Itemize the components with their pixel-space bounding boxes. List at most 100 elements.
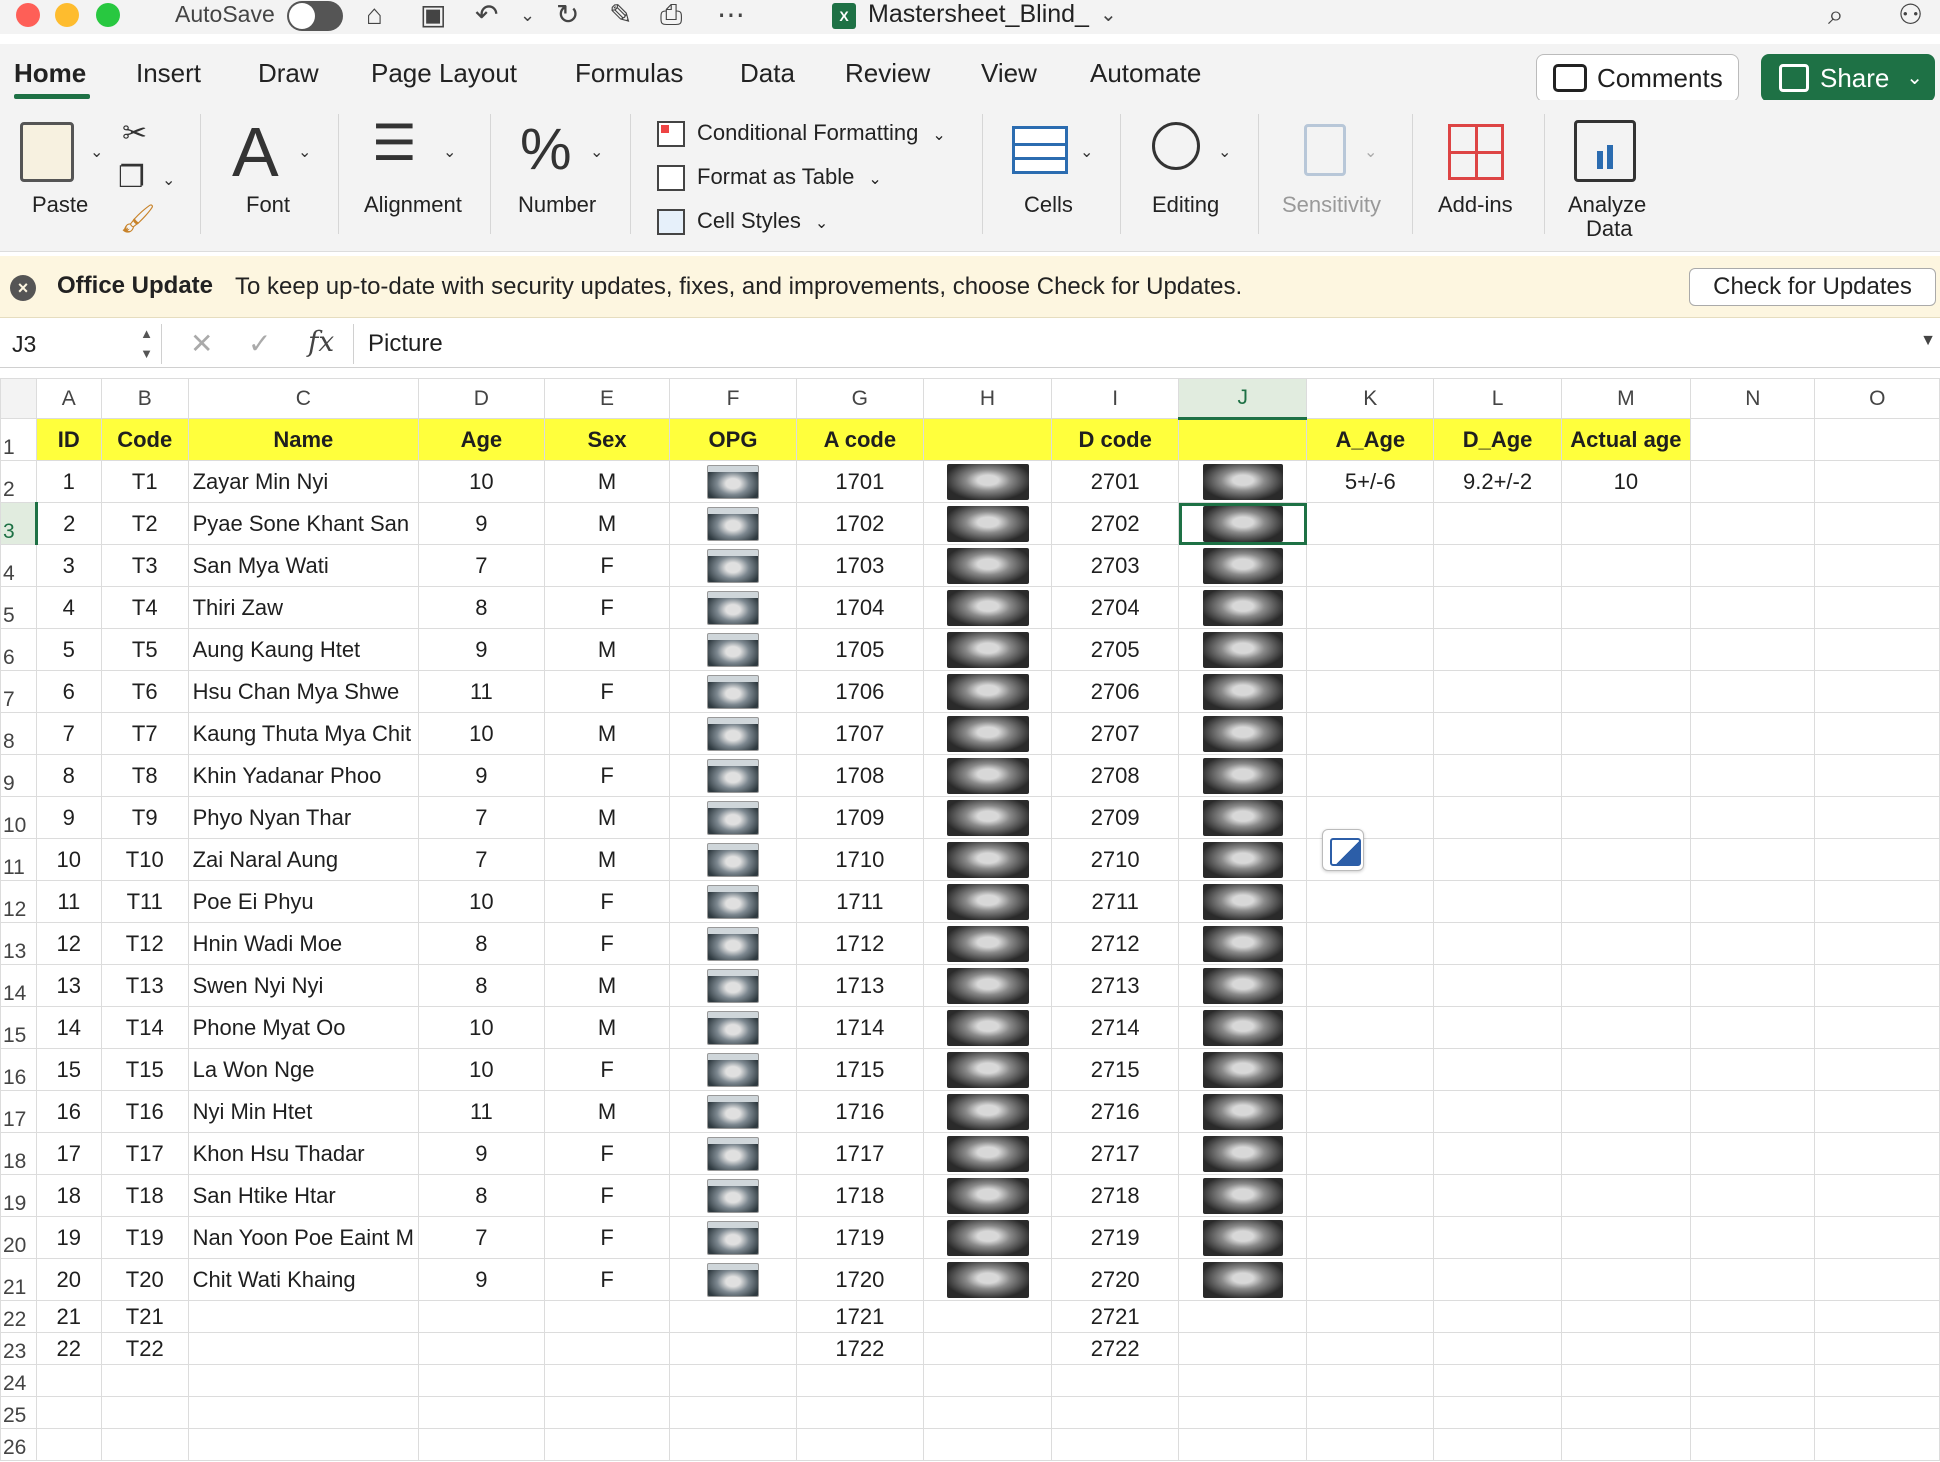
empty-cell[interactable] bbox=[1433, 1428, 1562, 1461]
empty-cell[interactable] bbox=[1814, 460, 1940, 503]
row-header[interactable]: 5 bbox=[0, 586, 37, 629]
picture-cell[interactable] bbox=[669, 1258, 797, 1301]
cell-d-code[interactable]: 2702 bbox=[1050, 502, 1180, 545]
empty-cell[interactable] bbox=[1433, 586, 1562, 629]
tab-home[interactable]: Home bbox=[14, 58, 86, 89]
cell-sex[interactable]: M bbox=[543, 460, 671, 503]
cell-id[interactable]: 6 bbox=[35, 670, 102, 713]
empty-cell[interactable] bbox=[1690, 922, 1816, 965]
cell-name[interactable]: Aung Kaung Htet bbox=[187, 628, 419, 671]
cell-age[interactable]: 10 bbox=[417, 1006, 545, 1049]
picture-cell[interactable] bbox=[923, 544, 1052, 587]
picture-cell[interactable] bbox=[923, 1174, 1052, 1217]
xray-image[interactable] bbox=[1202, 799, 1283, 836]
empty-cell[interactable] bbox=[1306, 502, 1435, 545]
xray-image[interactable] bbox=[946, 1219, 1029, 1256]
xray-image[interactable] bbox=[1202, 925, 1283, 962]
empty-cell[interactable] bbox=[187, 1332, 419, 1365]
xray-image[interactable] bbox=[946, 589, 1029, 626]
empty-cell[interactable] bbox=[1690, 964, 1816, 1007]
empty-cell[interactable] bbox=[1306, 1174, 1435, 1217]
picture-cell[interactable] bbox=[923, 1048, 1052, 1091]
xray-image[interactable] bbox=[1202, 757, 1283, 794]
empty-cell[interactable] bbox=[1306, 964, 1435, 1007]
xray-image[interactable] bbox=[946, 505, 1029, 542]
column-header[interactable]: M bbox=[1560, 378, 1692, 419]
cell-a-code[interactable]: 1713 bbox=[795, 964, 925, 1007]
empty-cell[interactable] bbox=[1690, 712, 1816, 755]
xray-image[interactable] bbox=[946, 1261, 1029, 1298]
cell-code[interactable]: T2 bbox=[100, 502, 189, 545]
cell-code[interactable]: T20 bbox=[100, 1258, 189, 1301]
picture-cell[interactable] bbox=[923, 586, 1052, 629]
xray-image[interactable] bbox=[946, 1093, 1029, 1130]
picture-cell[interactable] bbox=[1178, 1006, 1308, 1049]
empty-cell[interactable] bbox=[669, 1428, 797, 1461]
header-cell-d-age[interactable]: D_Age bbox=[1433, 418, 1562, 461]
cell-sex[interactable]: M bbox=[543, 964, 671, 1007]
cell-id[interactable]: 22 bbox=[35, 1332, 102, 1365]
picture-cell[interactable] bbox=[1178, 1132, 1308, 1175]
cell-sex[interactable]: F bbox=[543, 880, 671, 923]
empty-cell[interactable] bbox=[1560, 1132, 1692, 1175]
empty-cell[interactable] bbox=[1433, 964, 1562, 1007]
row-header[interactable]: 25 bbox=[0, 1396, 37, 1429]
cell-name[interactable]: Kaung Thuta Mya Chit bbox=[187, 712, 419, 755]
empty-cell[interactable] bbox=[1560, 1396, 1692, 1429]
empty-cell[interactable] bbox=[1814, 880, 1940, 923]
header-cell-a-code[interactable]: A code bbox=[795, 418, 925, 461]
row-header[interactable]: 3 bbox=[0, 502, 38, 545]
search-icon[interactable]: ⌕ bbox=[1828, 0, 1844, 30]
empty-cell[interactable] bbox=[417, 1332, 545, 1365]
confirm-formula-icon[interactable]: ✓ bbox=[248, 327, 271, 360]
empty-cell[interactable] bbox=[1178, 1396, 1308, 1429]
header-cell-opg[interactable]: OPG bbox=[669, 418, 797, 461]
picture-cell[interactable] bbox=[1178, 796, 1308, 839]
empty-cell[interactable] bbox=[1433, 922, 1562, 965]
empty-cell[interactable] bbox=[1306, 754, 1435, 797]
tab-insert[interactable]: Insert bbox=[136, 58, 201, 89]
empty-cell[interactable] bbox=[1690, 1174, 1816, 1217]
picture-cell[interactable] bbox=[1178, 880, 1308, 923]
cell-a-code[interactable]: 1716 bbox=[795, 1090, 925, 1133]
copy-chevron-down-icon[interactable]: ⌄ bbox=[162, 170, 175, 190]
empty-cell[interactable] bbox=[1306, 1216, 1435, 1259]
empty-cell[interactable] bbox=[1560, 796, 1692, 839]
paste-chevron-down-icon[interactable]: ⌄ bbox=[90, 142, 103, 162]
redo-icon[interactable]: ↻ bbox=[556, 0, 579, 30]
cell-name[interactable]: Hsu Chan Mya Shwe bbox=[187, 670, 419, 713]
opg-xray-image[interactable] bbox=[706, 464, 759, 499]
cell-sex[interactable]: M bbox=[543, 1006, 671, 1049]
empty-cell[interactable] bbox=[35, 1364, 102, 1397]
cell-age[interactable]: 8 bbox=[417, 922, 545, 965]
picture-cell[interactable] bbox=[1178, 1216, 1308, 1259]
cell-d-code[interactable]: 2704 bbox=[1050, 586, 1180, 629]
picture-cell[interactable] bbox=[669, 628, 797, 671]
empty-cell[interactable] bbox=[1306, 1364, 1435, 1397]
cell-sex[interactable]: F bbox=[543, 670, 671, 713]
cell-sex[interactable]: M bbox=[543, 838, 671, 881]
empty-cell[interactable] bbox=[1178, 1332, 1308, 1365]
empty-cell[interactable] bbox=[1433, 628, 1562, 671]
cell-id[interactable]: 21 bbox=[35, 1300, 102, 1333]
cell-code[interactable]: T18 bbox=[100, 1174, 189, 1217]
tab-automate[interactable]: Automate bbox=[1090, 58, 1201, 89]
check-for-updates-button[interactable]: Check for Updates bbox=[1689, 268, 1936, 306]
empty-cell[interactable] bbox=[543, 1428, 671, 1461]
empty-cell[interactable] bbox=[1433, 1048, 1562, 1091]
select-all-corner[interactable] bbox=[0, 378, 37, 419]
column-header[interactable]: G bbox=[795, 378, 925, 419]
cell-sex[interactable]: M bbox=[543, 628, 671, 671]
xray-image[interactable] bbox=[1202, 1051, 1283, 1088]
empty-cell[interactable] bbox=[1306, 712, 1435, 755]
empty-cell[interactable] bbox=[1814, 1258, 1940, 1301]
cell-d-code[interactable]: 2718 bbox=[1050, 1174, 1180, 1217]
share-chevron-down-icon[interactable]: ⌄ bbox=[1906, 54, 1923, 102]
column-header[interactable]: H bbox=[923, 378, 1052, 419]
cell-age[interactable]: 7 bbox=[417, 796, 545, 839]
picture-cell[interactable] bbox=[669, 796, 797, 839]
cell-sex[interactable]: F bbox=[543, 586, 671, 629]
empty-cell[interactable] bbox=[187, 1364, 419, 1397]
cell-a-code[interactable]: 1701 bbox=[795, 460, 925, 503]
cell-sex[interactable]: F bbox=[543, 1258, 671, 1301]
